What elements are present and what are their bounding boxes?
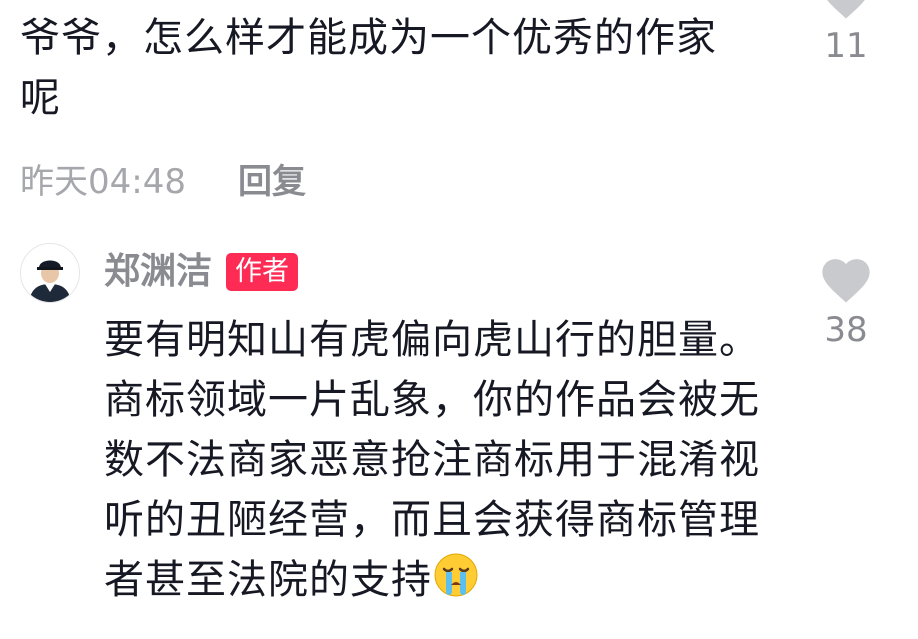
like-count: 11 [824,26,868,66]
reply-author-row: 郑渊洁 作者 [104,248,299,296]
avatar[interactable] [20,243,80,303]
heart-icon[interactable] [817,0,875,20]
comment-meta: 昨天04:48 回复 [20,158,306,206]
comment-like-button[interactable]: 11 [814,0,878,66]
avatar-image [21,244,79,302]
comment-text: 爷爷，怎么样才能成为一个优秀的作家呢 [20,15,717,121]
comment-timestamp: 昨天04:48 [20,162,186,202]
reply-text: 要有明知山有虎偏向虎山行的胆量。商标领域一片乱象，你的作品会被无数不法商家恶意抢… [104,310,794,610]
like-count: 38 [824,310,868,350]
heart-icon[interactable] [817,252,875,304]
author-badge: 作者 [226,253,299,291]
crying-face-emoji [434,553,478,597]
reply-button[interactable]: 回复 [238,158,306,206]
author-name[interactable]: 郑渊洁 [104,248,212,296]
reply-like-button[interactable]: 38 [814,252,878,350]
